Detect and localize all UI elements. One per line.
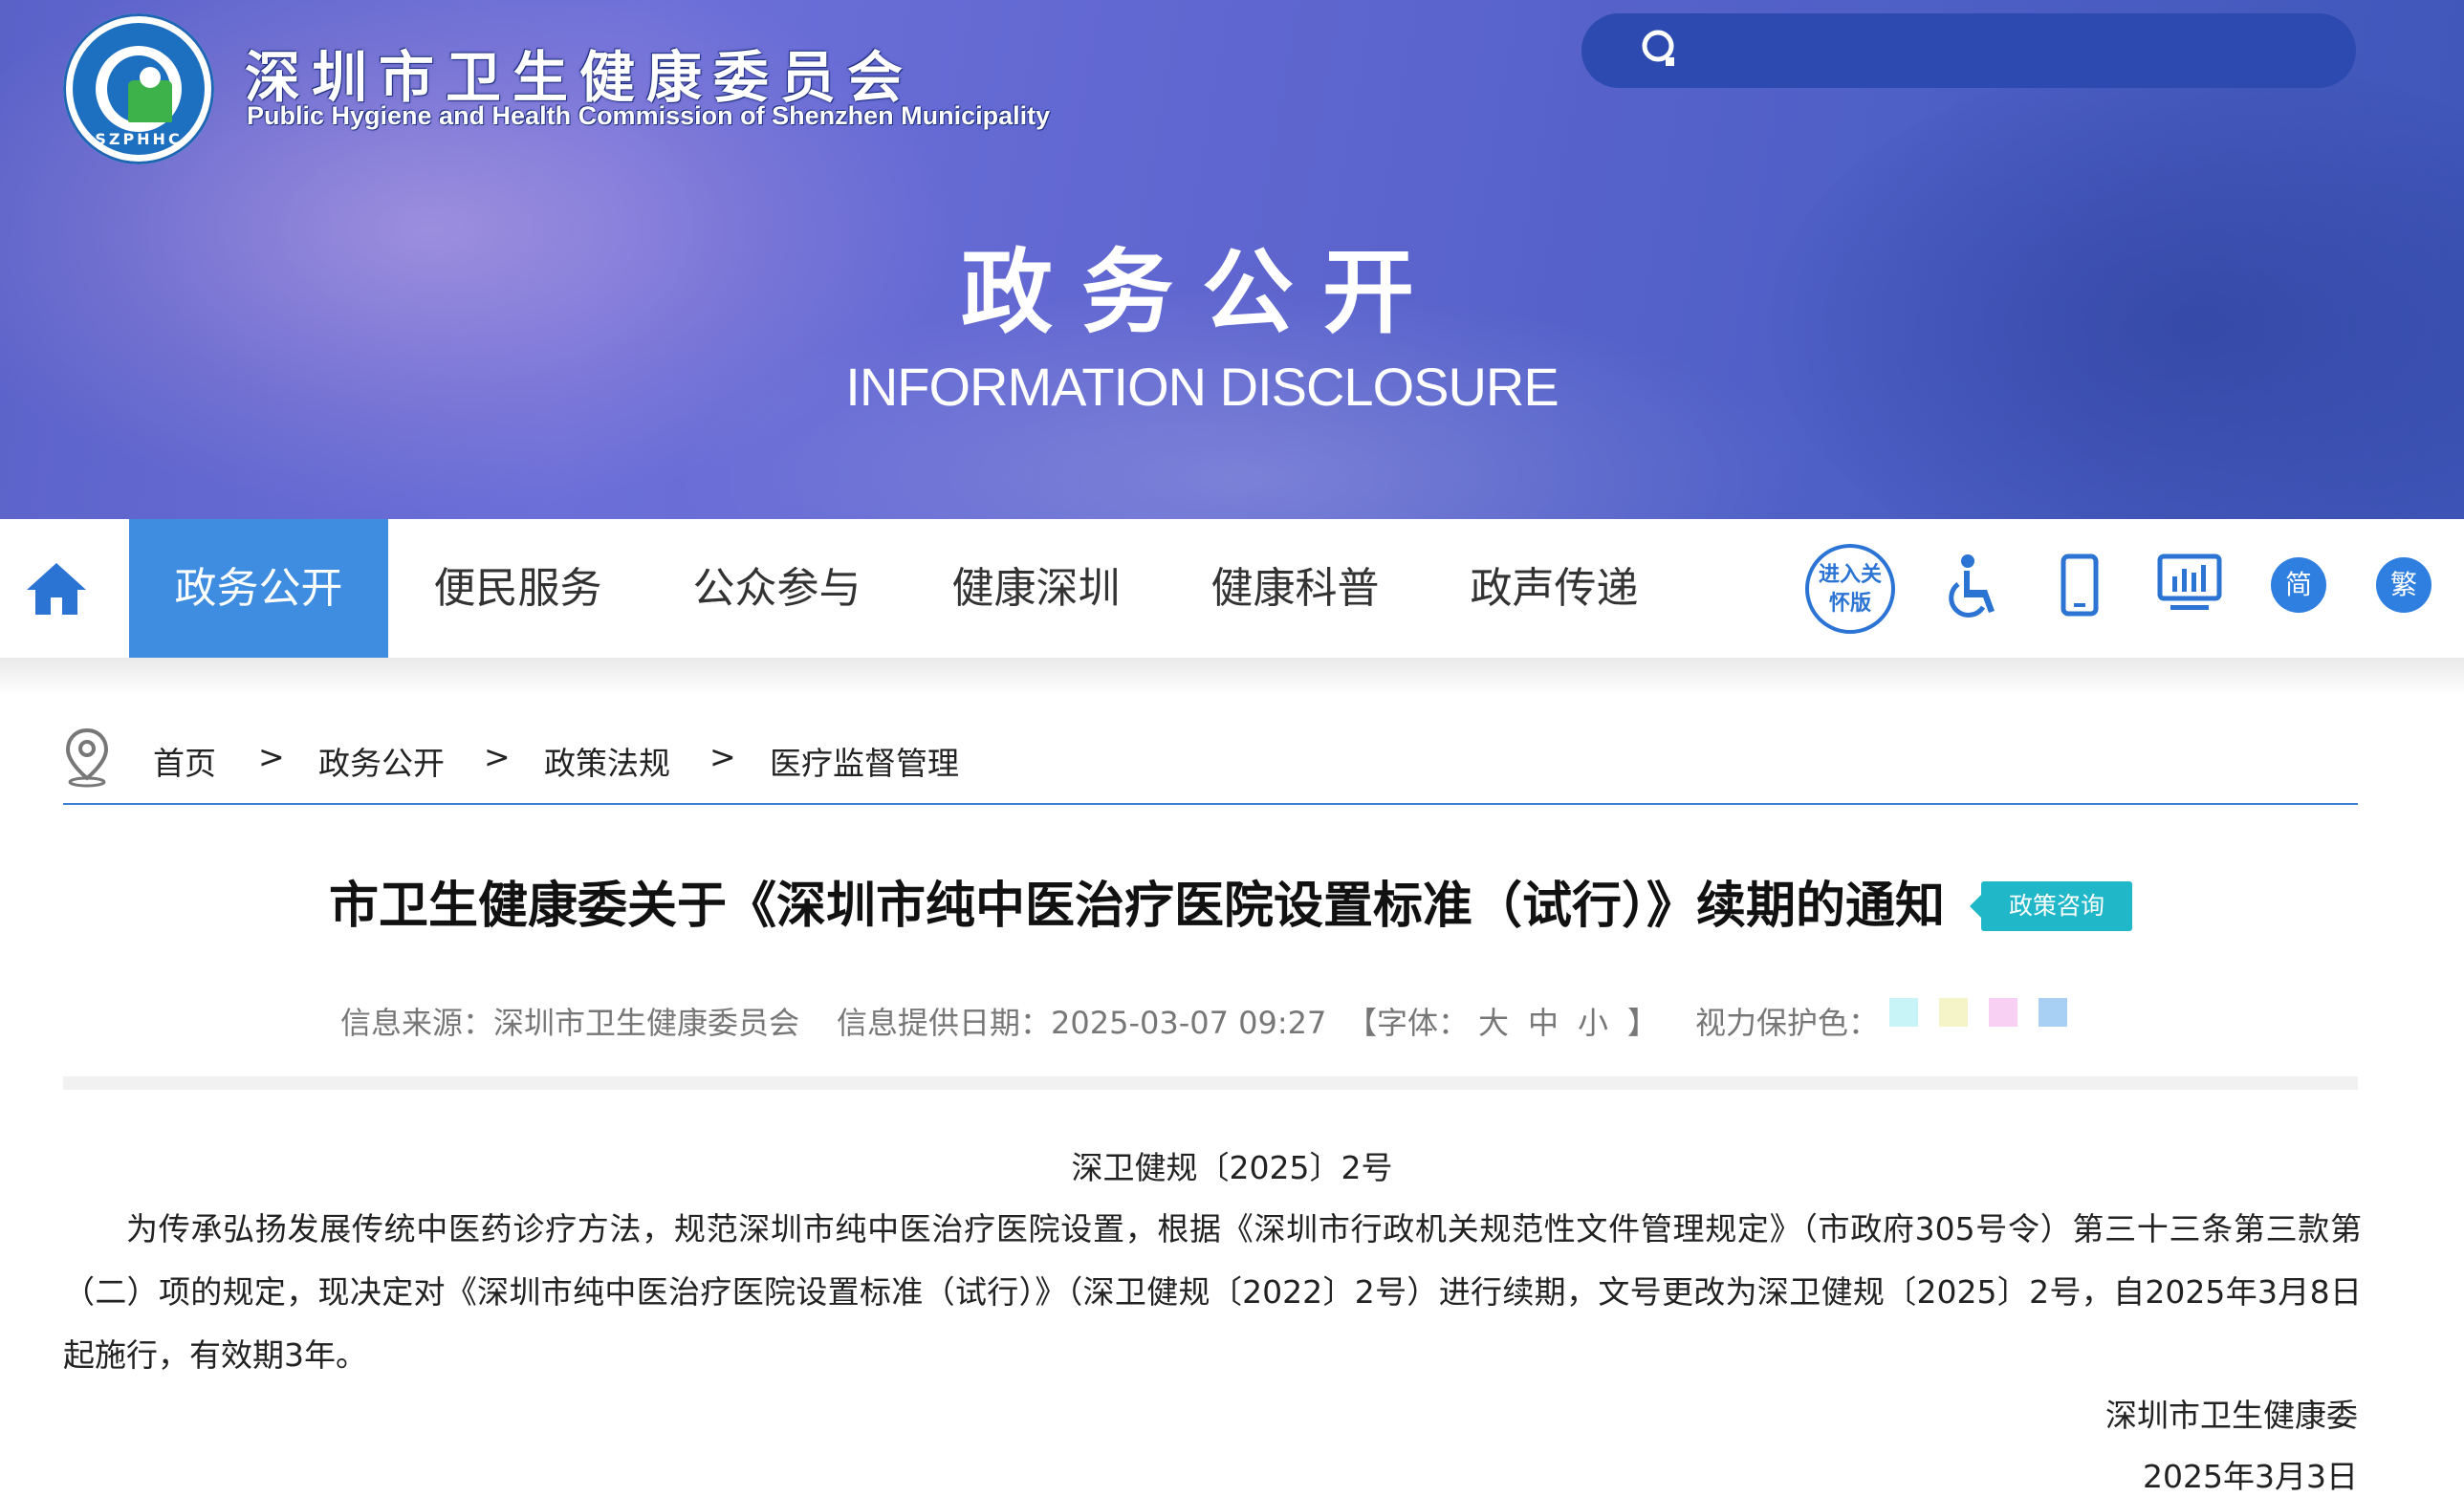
article-title: 市卫生健康委关于《深圳市纯中医治疗医院设置标准（试行）》续期的通知 [328, 878, 1945, 935]
nav-item-gov-affairs[interactable]: 政务公开 [129, 519, 388, 658]
nav-item-healthy-shenzhen[interactable]: 健康深圳 [906, 519, 1166, 658]
font-size-close: 】 [1627, 1005, 1659, 1041]
eye-care-swatch-blue[interactable] [2039, 998, 2067, 1027]
breadcrumb-policies[interactable]: 政策法规 [544, 738, 670, 784]
logo-seal-text: SZPHHC [95, 130, 183, 148]
font-large-button[interactable]: 大 [1478, 999, 1509, 1043]
site-logo-icon[interactable]: SZPHHC [63, 13, 214, 164]
document-number: 深卫健规〔2025〕2号 [1071, 1149, 1393, 1186]
location-pin-icon [65, 727, 109, 788]
mobile-icon[interactable] [2061, 553, 2099, 617]
header-banner: SZPHHC 深圳市卫生健康委员会 Public Hygiene and Hea… [0, 0, 2464, 519]
banner-title-cn: 政务公开 [961, 238, 1443, 346]
home-icon[interactable] [23, 559, 90, 618]
eye-care-swatch-yellow[interactable] [1939, 998, 1968, 1027]
policy-consult-badge[interactable]: 政策咨询 [1970, 881, 2132, 931]
breadcrumb-separator: > [709, 738, 736, 775]
nav-item-voice[interactable]: 政声传递 [1425, 519, 1684, 658]
article-sign-date: 2025年3月3日 [2143, 1458, 2358, 1495]
eye-care-swatch-pink[interactable] [1989, 998, 2017, 1027]
nav-shadow [0, 658, 2464, 696]
article-signature: 深圳市卫生健康委 [2105, 1397, 2358, 1434]
breadcrumb-gov-affairs[interactable]: 政务公开 [318, 738, 445, 784]
font-small-button[interactable]: 小 [1578, 999, 1608, 1043]
info-source: 信息来源：深圳市卫生健康委员会 [340, 1005, 800, 1041]
breadcrumb-divider [63, 803, 2358, 805]
info-date: 信息提供日期：2025-03-07 09:27 [837, 1005, 1327, 1041]
nav-item-participation[interactable]: 公众参与 [647, 519, 906, 658]
search-icon[interactable] [1639, 29, 1681, 71]
site-name-en[interactable]: Public Hygiene and Health Commission of … [247, 101, 1050, 131]
font-size-label: 【字体： [1346, 1005, 1470, 1041]
main-nav: 政务公开 便民服务 公众参与 健康深圳 健康科普 政声传递 进入关怀版 简 繁 [0, 519, 2464, 658]
search-input[interactable] [1706, 27, 2322, 76]
search-box[interactable] [1581, 13, 2356, 88]
traditional-chinese-button[interactable]: 繁 [2376, 557, 2431, 613]
breadcrumb-separator: > [258, 738, 285, 775]
breadcrumb-home[interactable]: 首页 [153, 738, 216, 784]
nav-item-health-science[interactable]: 健康科普 [1166, 519, 1425, 658]
breadcrumb-separator: > [484, 738, 511, 775]
eye-care-label: 视力保护色： [1695, 1005, 1880, 1041]
simplified-chinese-button[interactable]: 简 [2271, 557, 2326, 613]
breadcrumb-medical-supervision[interactable]: 医疗监督管理 [770, 738, 959, 784]
eye-care-swatch-cyan[interactable] [1889, 998, 1918, 1027]
banner-title-en: INFORMATION DISCLOSURE [845, 357, 1559, 417]
font-medium-button[interactable]: 中 [1528, 999, 1559, 1043]
accessibility-icon[interactable] [1945, 553, 2002, 620]
care-mode-button[interactable]: 进入关怀版 [1805, 544, 1895, 634]
content-divider [63, 1076, 2358, 1090]
nav-item-services[interactable]: 便民服务 [388, 519, 647, 658]
data-screen-icon[interactable] [2157, 553, 2222, 613]
article-body: 为传承弘扬发展传统中医药诊疗方法，规范深圳市纯中医治疗医院设置，根据《深圳市行政… [63, 1210, 2362, 1374]
